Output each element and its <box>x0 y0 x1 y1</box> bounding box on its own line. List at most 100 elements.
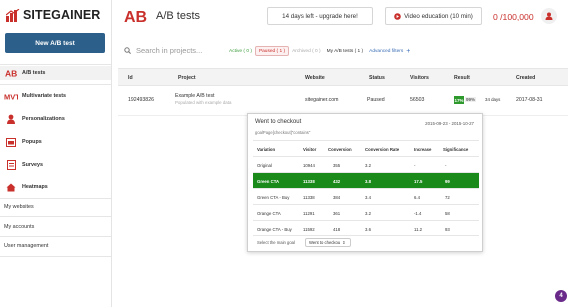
variation-row[interactable]: Orange CTA - Buy 11592 418 3.6 11.2 93 <box>253 220 479 236</box>
chevron-updown-icon: ⇕ <box>342 240 346 245</box>
user-menu-button[interactable] <box>541 8 557 24</box>
upgrade-button[interactable]: 14 days left - upgrade here! <box>267 7 373 25</box>
filter-active[interactable]: Active ( 0 ) <box>226 46 255 56</box>
cell-visitors: 56503 <box>410 97 425 103</box>
sidebar-item-label: Personalizations <box>22 116 65 122</box>
sidebar-item-label: Multivariate tests <box>22 93 67 99</box>
cell-conversion: 432 <box>333 178 341 184</box>
filter-my-tests[interactable]: My A/B tests ( 1 ) <box>324 46 367 56</box>
divider <box>0 198 111 199</box>
search-input[interactable]: Search in projects... <box>136 46 202 55</box>
svg-text:AB: AB <box>5 69 17 77</box>
column-header[interactable]: Project <box>178 75 196 81</box>
popup-title: Went to checkout <box>255 119 302 125</box>
cell-visitor: 11338 <box>303 194 315 200</box>
personalization-icon <box>4 114 18 124</box>
cell-increase: 17.5 <box>414 178 423 184</box>
divider <box>0 256 111 257</box>
advanced-filters-link[interactable]: Advanced filters + <box>366 46 413 56</box>
cell-variation: Original <box>257 162 272 168</box>
sidebar-item-my-accounts[interactable]: My accounts <box>0 221 111 233</box>
cell-visitor: 10944 <box>303 162 315 168</box>
column-header[interactable]: Id <box>128 75 133 81</box>
sidebar-item-surveys[interactable]: Surveys <box>0 158 111 172</box>
search-box[interactable]: Search in projects... <box>124 43 219 57</box>
popup-goal-rule: goalPage[checkout]"contains" <box>255 130 311 135</box>
cell-variation: Orange CTA <box>257 210 281 216</box>
mvt-icon: MVT <box>4 91 18 101</box>
column-header[interactable]: Created <box>516 75 535 81</box>
table-row[interactable]: 192493826 Example A/B test Populated wit… <box>118 86 568 116</box>
ab-icon: AB <box>4 68 18 78</box>
visitor-quota: 0 /100,000 <box>493 12 534 22</box>
cell-rate: 3.2 <box>365 210 371 216</box>
cell-website: sitegainer.com <box>305 97 339 103</box>
variation-row[interactable]: Green CTA - Buy 11338 384 3.4 6.4 72 <box>253 188 479 204</box>
cell-rate: 3.8 <box>365 178 371 184</box>
video-education-label: Video education (10 min) <box>404 12 473 20</box>
variation-row[interactable]: Orange CTA 11291 361 3.2 -1.4 58 <box>253 204 479 220</box>
cell-significance: 58 <box>445 210 450 216</box>
sidebar-item-label: A/B tests <box>22 70 46 76</box>
sidebar-item-heatmaps[interactable]: Heatmaps <box>0 180 111 194</box>
main-goal-select[interactable]: Went to checkou ⇕ <box>305 238 351 247</box>
divider <box>0 216 111 217</box>
heatmap-icon <box>4 182 18 192</box>
main-goal-label: Select the main goal <box>257 240 295 245</box>
cell-conversion: 384 <box>333 194 341 200</box>
column-header[interactable]: Status <box>369 75 385 81</box>
divider <box>0 84 111 85</box>
popup-icon <box>4 137 18 147</box>
plus-icon: + <box>406 47 411 55</box>
filter-paused[interactable]: Paused ( 1 ) <box>254 46 290 56</box>
new-ab-test-button[interactable]: New A/B test <box>5 33 105 53</box>
variations-header: Variation Visitor Conversion Conversion … <box>253 140 479 156</box>
sidebar: SITEGAINER New A/B test AB A/B tests MVT… <box>0 0 112 307</box>
main-goal-select-value: Went to checkou <box>309 240 341 245</box>
sidebar-item-my-websites[interactable]: My websites <box>0 201 111 213</box>
result-significance: 99% <box>465 97 477 102</box>
brand-logo[interactable]: SITEGAINER <box>6 7 100 23</box>
help-chat-badge[interactable]: 4 <box>555 290 567 302</box>
logo-icon <box>6 8 20 22</box>
page-title: A/B tests <box>156 10 201 22</box>
video-education-button[interactable]: Video education (10 min) <box>385 7 482 25</box>
brand-name: SITEGAINER <box>23 8 101 22</box>
column-header[interactable]: Result <box>454 75 470 81</box>
ab-logo-icon: AB <box>124 9 147 24</box>
column-header[interactable]: Website <box>305 75 325 81</box>
cell-significance: - <box>445 162 447 168</box>
sidebar-item-popups[interactable]: Popups <box>0 135 111 149</box>
cell-variation: Green CTA - Buy <box>257 194 290 200</box>
search-icon <box>124 46 131 54</box>
play-icon <box>394 12 401 20</box>
cell-id: 192493826 <box>128 97 154 103</box>
page-header: AB A/B tests <box>124 8 200 24</box>
cell-project[interactable]: Example A/B test <box>175 93 215 99</box>
cell-increase: - <box>414 162 416 168</box>
cell-conversion: 361 <box>333 210 341 216</box>
cell-status: Paused <box>367 97 385 103</box>
divider <box>0 236 111 237</box>
cell-visitor: 11338 <box>303 178 315 184</box>
sidebar-item-multivariate[interactable]: MVT Multivariate tests <box>0 89 111 103</box>
svg-text:MVT: MVT <box>4 93 18 101</box>
cell-created: 2017-08-31 <box>516 97 543 103</box>
sidebar-item-user-management[interactable]: User management <box>0 240 111 252</box>
variation-row-winner[interactable]: Green CTA 11338 432 3.8 17.5 99 <box>253 172 479 188</box>
column-header[interactable]: Visitors <box>410 75 429 81</box>
sidebar-item-ab-tests[interactable]: AB A/B tests <box>0 66 111 80</box>
advanced-filters-label: Advanced filters <box>369 48 404 54</box>
cell-increase: -1.4 <box>414 210 422 216</box>
cell-significance: 99 <box>445 178 450 184</box>
sidebar-item-personalizations[interactable]: Personalizations <box>0 112 111 126</box>
column-header: Conversion Rate <box>365 146 400 152</box>
result-increase-badge: 17% <box>454 96 464 104</box>
sidebar-item-label: My websites <box>4 204 34 210</box>
svg-text:AB: AB <box>124 9 147 24</box>
cell-variation: Green CTA <box>257 178 280 184</box>
filter-archived[interactable]: Archived ( 0 ) <box>289 46 324 56</box>
variation-row[interactable]: Original 10944 355 3.2 - - <box>253 156 479 172</box>
popup-footer: Select the main goal Went to checkou ⇕ <box>253 235 479 249</box>
sidebar-item-label: Popups <box>22 139 42 145</box>
